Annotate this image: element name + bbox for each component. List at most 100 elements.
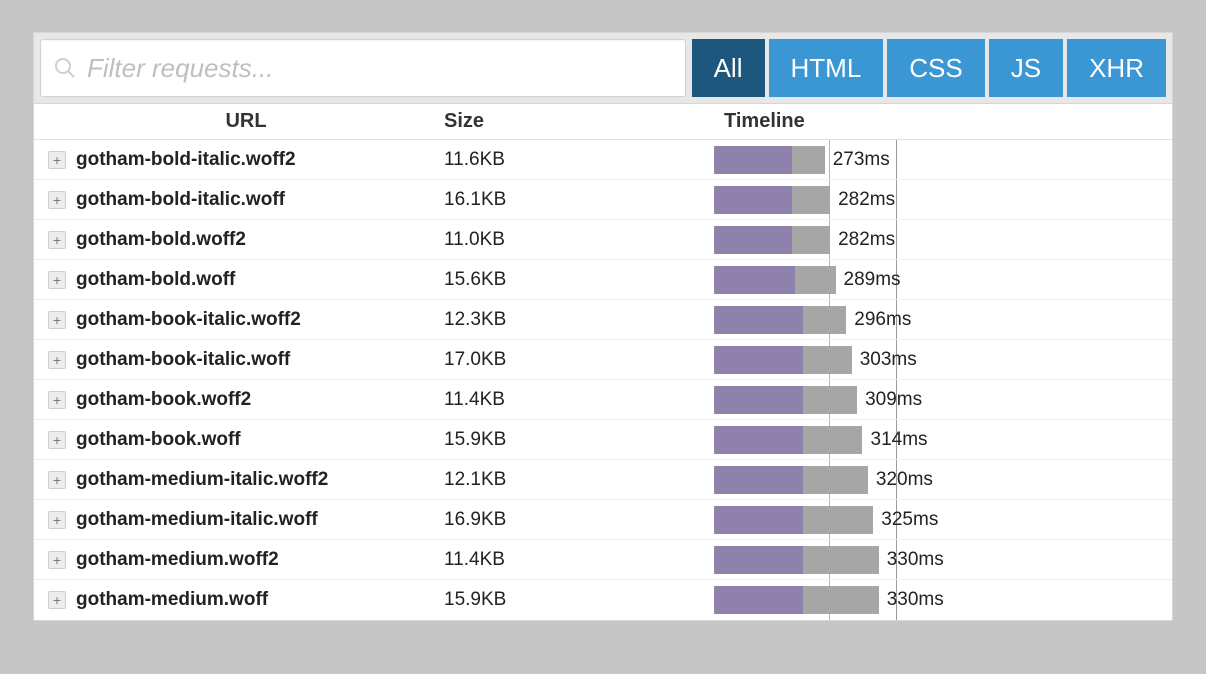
filter-input[interactable] (87, 53, 673, 84)
expand-icon[interactable]: + (48, 191, 66, 209)
header-url[interactable]: URL (34, 104, 444, 139)
request-row[interactable]: + gotham-medium-italic.woff2 12.1KB320ms (34, 460, 1172, 500)
expand-icon[interactable]: + (48, 591, 66, 609)
expand-icon[interactable]: + (48, 391, 66, 409)
timing-total-label: 303ms (860, 349, 917, 371)
expand-icon[interactable]: + (48, 151, 66, 169)
header-timeline[interactable]: Timeline (594, 104, 1172, 139)
timeline-cell: 282ms (594, 220, 1172, 259)
request-row[interactable]: +gotham-book-italic.woff17.0KB303ms (34, 340, 1172, 380)
filter-tab-xhr[interactable]: XHR (1067, 39, 1166, 97)
timeline-cell: 282ms (594, 180, 1172, 219)
request-url: gotham-bold-italic.woff2 (76, 149, 296, 171)
filter-tab-html[interactable]: HTML (769, 39, 884, 97)
timing-wait-bar (714, 306, 803, 334)
toolbar: AllHTMLCSSJSXHR (34, 33, 1172, 104)
timing-total-label: 309ms (865, 389, 922, 411)
request-size: 15.9KB (444, 429, 594, 451)
request-url: gotham-medium.woff2 (76, 549, 279, 571)
cell-url: + gotham-medium.woff2 (34, 549, 444, 571)
expand-icon[interactable]: + (48, 231, 66, 249)
request-size: 11.4KB (444, 549, 594, 571)
cell-url: + gotham-medium-italic.woff2 (34, 469, 444, 491)
timeline-cell: 314ms (594, 420, 1172, 459)
search-icon (53, 56, 77, 80)
expand-icon[interactable]: + (48, 431, 66, 449)
filter-tab-all[interactable]: All (692, 39, 765, 97)
timeline-cell: 273ms (594, 140, 1172, 179)
request-size: 11.4KB (444, 389, 594, 411)
timing-wait-bar (714, 346, 803, 374)
cell-url: + gotham-bold.woff (34, 269, 444, 291)
request-url: gotham-bold.woff (76, 269, 235, 291)
timeline-cell: 330ms (594, 540, 1172, 579)
timing-wait-bar (714, 426, 803, 454)
timing-wait-bar (714, 146, 792, 174)
timing-recv-bar (803, 306, 846, 334)
header-size[interactable]: Size (444, 104, 594, 139)
request-row[interactable]: + gotham-bold-italic.woff 16.1KB 282ms (34, 180, 1172, 220)
timing-total-label: 282ms (838, 189, 895, 211)
request-row[interactable]: + gotham-book-italic.woff2 12.3KB296ms (34, 300, 1172, 340)
request-url: gotham-book-italic.woff2 (76, 309, 301, 331)
expand-icon[interactable]: + (48, 351, 66, 369)
timeline-cell: 303ms (594, 340, 1172, 379)
request-row[interactable]: +gotham-book.woff15.9KB 314ms (34, 420, 1172, 460)
request-rows: +gotham-bold-italic.woff211.6KB273ms+got… (34, 140, 1172, 620)
request-size: 11.0KB (444, 229, 594, 251)
request-row[interactable]: + gotham-bold.woff2 11.0KB282ms (34, 220, 1172, 260)
request-row[interactable]: + gotham-medium-italic.woff 16.9KB 325ms (34, 500, 1172, 540)
request-url: gotham-medium-italic.woff (76, 509, 318, 531)
timeline-cell: 320ms (594, 460, 1172, 499)
request-url: gotham-book-italic.woff (76, 349, 290, 371)
cell-url: + gotham-bold-italic.woff (34, 189, 444, 211)
request-url: gotham-medium-italic.woff2 (76, 469, 328, 491)
timing-total-label: 325ms (881, 509, 938, 531)
expand-icon[interactable]: + (48, 511, 66, 529)
request-size: 12.1KB (444, 469, 594, 491)
timing-total-label: 314ms (871, 429, 928, 451)
expand-icon[interactable]: + (48, 311, 66, 329)
request-size: 16.9KB (444, 509, 594, 531)
timing-recv-bar (803, 346, 852, 374)
cell-url: + gotham-book-italic.woff (34, 349, 444, 371)
request-url: gotham-bold.woff2 (76, 229, 246, 251)
request-size: 11.6KB (444, 149, 594, 171)
request-size: 12.3KB (444, 309, 594, 331)
timing-recv-bar (803, 386, 857, 414)
timeline-cell: 296ms (594, 300, 1172, 339)
request-url: gotham-bold-italic.woff (76, 189, 285, 211)
timing-recv-bar (803, 426, 862, 454)
filter-tabs: AllHTMLCSSJSXHR (692, 39, 1166, 97)
expand-icon[interactable]: + (48, 271, 66, 289)
network-panel: AllHTMLCSSJSXHR URL Size Timeline +gotha… (33, 32, 1173, 621)
cell-url: + gotham-book-italic.woff2 (34, 309, 444, 331)
request-row[interactable]: + gotham-medium.woff2 11.4KB330ms (34, 540, 1172, 580)
timeline-cell: 330ms (594, 580, 1172, 620)
request-row[interactable]: + gotham-book.woff2 11.4KB 309ms (34, 380, 1172, 420)
table-header: URL Size Timeline (34, 104, 1172, 140)
timing-wait-bar (714, 506, 803, 534)
filter-tab-css[interactable]: CSS (887, 39, 984, 97)
timing-total-label: 289ms (844, 269, 901, 291)
cell-url: +gotham-medium.woff (34, 589, 444, 611)
cell-url: + gotham-medium-italic.woff (34, 509, 444, 531)
cell-url: +gotham-book.woff (34, 429, 444, 451)
request-row[interactable]: +gotham-medium.woff15.9KB330ms (34, 580, 1172, 620)
timing-wait-bar (714, 266, 795, 294)
request-size: 15.9KB (444, 589, 594, 611)
request-size: 16.1KB (444, 189, 594, 211)
timing-total-label: 273ms (833, 149, 890, 171)
filter-tab-js[interactable]: JS (989, 39, 1063, 97)
request-row[interactable]: + gotham-bold-italic.woff2 11.6KB 273ms (34, 140, 1172, 180)
expand-icon[interactable]: + (48, 551, 66, 569)
load-marker (896, 220, 897, 259)
expand-icon[interactable]: + (48, 471, 66, 489)
search-field-wrap[interactable] (40, 39, 686, 97)
timing-wait-bar (714, 386, 803, 414)
request-row[interactable]: + gotham-bold.woff 15.6KB 289ms (34, 260, 1172, 300)
timing-wait-bar (714, 466, 803, 494)
request-url: gotham-book.woff2 (76, 389, 251, 411)
timing-wait-bar (714, 226, 792, 254)
request-size: 15.6KB (444, 269, 594, 291)
